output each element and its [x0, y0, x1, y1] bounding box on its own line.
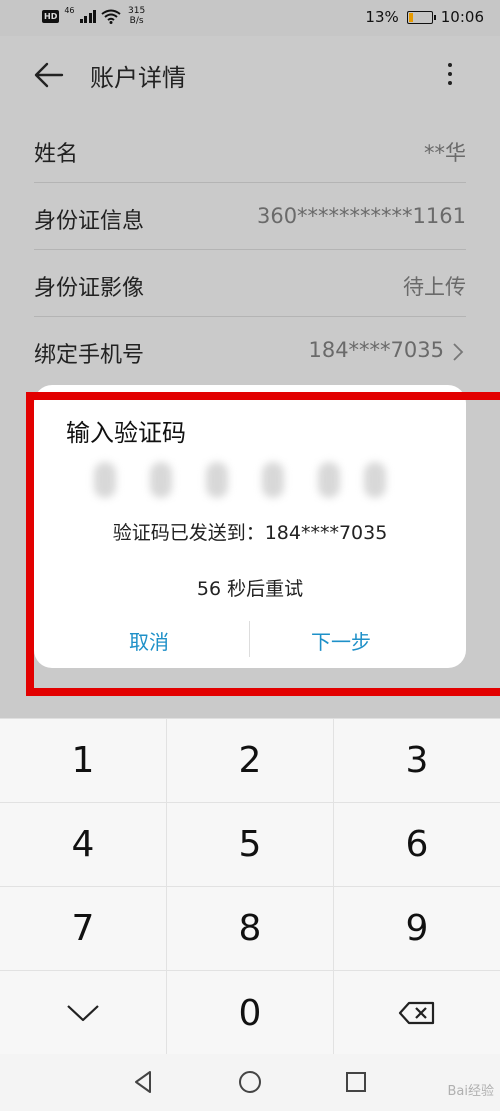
page-title: 账户详情	[90, 64, 186, 92]
recent-apps-square-icon[interactable]	[342, 1068, 370, 1096]
speed-value: 315	[128, 6, 146, 16]
key-label: 6	[405, 824, 429, 865]
backspace-button[interactable]	[334, 971, 500, 1055]
status-bar: HD 46 315 B/s 13% 10:06	[0, 0, 500, 36]
detail-row-id-info: 身份证信息 360***********1161	[34, 183, 466, 250]
key-5[interactable]: 5	[167, 803, 334, 887]
key-9[interactable]: 9	[334, 887, 500, 971]
key-2[interactable]: 2	[167, 719, 334, 803]
hd-badge: HD	[42, 9, 60, 23]
key-label: 1	[71, 740, 95, 781]
detail-label: 绑定手机号	[34, 343, 145, 368]
battery-icon	[406, 10, 436, 24]
detail-row-phone[interactable]: 绑定手机号 184****7035	[34, 317, 466, 384]
key-1[interactable]: 1	[0, 719, 167, 803]
key-8[interactable]: 8	[167, 887, 334, 971]
network-speed: 315 B/s	[128, 6, 145, 26]
detail-row-name: 姓名 **华	[34, 116, 466, 183]
chevron-right-icon	[453, 343, 464, 361]
detail-label: 身份证信息	[34, 209, 145, 234]
key-label: 5	[238, 824, 262, 865]
chevron-down-icon	[67, 1005, 99, 1022]
status-left: HD 46 315 B/s	[42, 6, 145, 26]
key-label: 3	[405, 740, 429, 781]
red-highlight-box	[26, 392, 500, 696]
home-circle-icon[interactable]	[236, 1068, 264, 1096]
app-header: 账户详情	[0, 36, 500, 116]
key-label: 8	[238, 908, 262, 949]
key-label: 0	[238, 992, 262, 1034]
system-nav-bar	[0, 1054, 500, 1111]
back-triangle-icon[interactable]	[130, 1068, 158, 1096]
key-3[interactable]: 3	[334, 719, 500, 803]
back-arrow-icon[interactable]	[32, 58, 66, 92]
more-options-icon[interactable]	[440, 60, 460, 92]
signal-icon	[79, 9, 97, 23]
key-0[interactable]: 0	[167, 971, 334, 1055]
detail-value: 184****7035	[308, 338, 444, 362]
speed-unit: B/s	[129, 16, 144, 26]
hide-keyboard-button[interactable]	[0, 971, 167, 1055]
detail-row-id-image[interactable]: 身份证影像 待上传	[34, 250, 466, 317]
detail-label: 姓名	[34, 142, 79, 167]
key-label: 2	[238, 740, 262, 781]
key-7[interactable]: 7	[0, 887, 167, 971]
key-label: 7	[71, 908, 95, 949]
key-4[interactable]: 4	[0, 803, 167, 887]
detail-value: 360***********1161	[256, 204, 466, 228]
key-label: 9	[405, 908, 429, 949]
clock: 10:06	[440, 8, 484, 26]
detail-value: **华	[424, 141, 466, 165]
detail-value: 待上传	[403, 275, 466, 299]
status-right: 13% 10:06	[365, 8, 484, 26]
key-label: 4	[71, 824, 95, 865]
watermark: Bai经验	[447, 1084, 495, 1099]
battery-percent: 13%	[365, 8, 399, 26]
wifi-icon	[101, 9, 121, 24]
backspace-icon	[398, 1001, 435, 1025]
network-type: 46	[64, 5, 75, 15]
detail-label: 身份证影像	[34, 276, 145, 301]
numeric-keypad: 1 2 3 4 5 6 7 8 9 0	[0, 718, 500, 1055]
key-6[interactable]: 6	[334, 803, 500, 887]
